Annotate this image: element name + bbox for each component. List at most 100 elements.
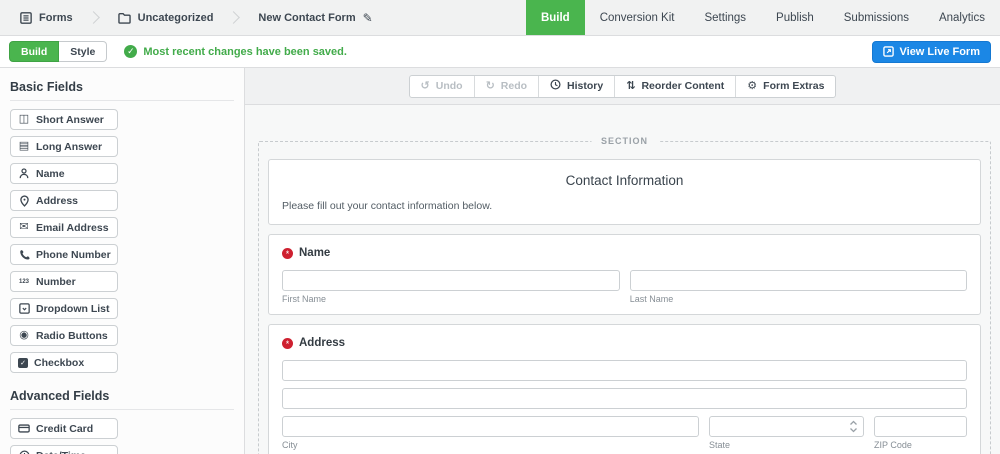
state-select[interactable] — [709, 416, 864, 437]
map-pin-icon — [18, 195, 30, 207]
field-button-phone-number[interactable]: Phone Number — [10, 244, 118, 265]
number-123-icon: 123 — [18, 279, 30, 285]
tab-conversion-kit[interactable]: Conversion Kit — [585, 0, 690, 35]
field-button-dropdown-list[interactable]: Dropdown List — [10, 298, 118, 319]
breadcrumb-label: Uncategorized — [138, 12, 214, 24]
basic-fields-grid: ◫Short Answer ▤Long Answer Name Address … — [10, 109, 234, 373]
field-button-checkbox[interactable]: ✓Checkbox — [10, 352, 118, 373]
build-style-toggle: Build Style — [9, 41, 107, 62]
field-button-label: Address — [36, 195, 78, 207]
field-button-short-answer[interactable]: ◫ Short Answer — [10, 109, 118, 130]
clock-icon — [18, 450, 30, 454]
field-button-label: Long Answer — [36, 141, 102, 153]
section-description: Please fill out your contact information… — [282, 200, 967, 212]
field-button-email-address[interactable]: ✉ Email Address — [10, 217, 118, 238]
zip-code-input[interactable] — [874, 416, 967, 437]
reorder-content-button[interactable]: ⇅ Reorder Content — [614, 76, 735, 97]
field-button-long-answer[interactable]: ▤ Long Answer — [10, 136, 118, 157]
form-section[interactable]: SECTION Contact Information Please fill … — [258, 141, 991, 454]
last-name-column: Last Name — [630, 270, 967, 304]
long-answer-icon: ▤ — [18, 141, 30, 152]
canvas-toolbar: ↺Undo ↻ Redo History ⇅ Reorder Content ⚙Fo… — [245, 68, 1000, 105]
field-button-date-time[interactable]: Date/Time — [10, 445, 118, 454]
gear-icon: ⚙ — [747, 81, 757, 92]
field-button-label: Email Address — [36, 222, 109, 234]
breadcrumb: Forms Uncategorized New Contact Form ✎ — [0, 0, 379, 35]
breadcrumb-label: Forms — [39, 12, 73, 24]
forms-icon — [20, 12, 32, 24]
build-toggle-button[interactable]: Build — [9, 41, 59, 62]
section-heading-block[interactable]: Contact Information Please fill out your… — [268, 159, 981, 225]
history-clock-icon — [550, 79, 561, 93]
form-canvas: SECTION Contact Information Please fill … — [245, 105, 1000, 454]
short-answer-icon: ◫ — [18, 114, 30, 125]
pencil-icon[interactable]: ✎ — [363, 11, 373, 25]
field-button-label: Short Answer — [36, 114, 104, 126]
toolbar-button-group: ↺Undo ↻ Redo History ⇅ Reorder Content ⚙Fo… — [409, 75, 837, 98]
view-live-form-button[interactable]: View Live Form — [872, 41, 992, 63]
last-name-sublabel: Last Name — [630, 294, 967, 304]
address-field-label-row: * Address — [282, 337, 967, 349]
tab-submissions[interactable]: Submissions — [829, 0, 924, 35]
field-button-credit-card[interactable]: Credit Card — [10, 418, 118, 439]
folder-icon — [118, 12, 131, 24]
checkbox-icon: ✓ — [18, 358, 28, 368]
name-field-label: Name — [299, 247, 330, 259]
address-line2-input[interactable] — [282, 388, 967, 409]
credit-card-icon — [18, 424, 30, 433]
top-header: Forms Uncategorized New Contact Form ✎ B… — [0, 0, 1000, 36]
redo-label: Redo — [501, 80, 527, 92]
form-builder-app: Forms Uncategorized New Contact Form ✎ B… — [0, 0, 1000, 454]
advanced-fields-grid: Credit Card Date/Time File Upload Matrix… — [10, 418, 234, 454]
name-inputs-row: First Name Last Name — [282, 270, 967, 304]
undo-icon: ↺ — [421, 81, 430, 92]
required-icon: * — [282, 248, 293, 259]
last-name-input[interactable] — [630, 270, 967, 291]
style-toggle-button[interactable]: Style — [59, 41, 107, 62]
breadcrumb-forms[interactable]: Forms — [14, 12, 79, 24]
phone-icon — [18, 249, 30, 260]
city-state-zip-row: City State ZIP Code — [282, 416, 967, 450]
name-field-block[interactable]: * Name First Name Last Name — [268, 234, 981, 315]
field-button-radio-buttons[interactable]: ◉Radio Buttons — [10, 325, 118, 346]
tab-settings[interactable]: Settings — [689, 0, 761, 35]
reorder-label: Reorder Content — [641, 80, 724, 92]
field-button-name[interactable]: Name — [10, 163, 118, 184]
field-button-label: Dropdown List — [36, 303, 110, 315]
address-field-block[interactable]: * Address City — [268, 324, 981, 454]
reorder-arrows-icon: ⇅ — [626, 81, 635, 92]
state-column: State — [709, 416, 864, 450]
field-button-label: Credit Card — [36, 423, 93, 435]
divider — [10, 100, 234, 101]
redo-button[interactable]: ↻ Redo — [474, 76, 538, 97]
advanced-fields-heading: Advanced Fields — [10, 389, 234, 403]
first-name-column: First Name — [282, 270, 620, 304]
city-input[interactable] — [282, 416, 699, 437]
history-button[interactable]: History — [538, 76, 614, 97]
state-sublabel: State — [709, 440, 864, 450]
field-button-number[interactable]: 123Number — [10, 271, 118, 292]
person-icon — [18, 168, 30, 179]
first-name-input[interactable] — [282, 270, 620, 291]
breadcrumb-folder[interactable]: Uncategorized — [112, 12, 220, 24]
address-line1-input[interactable] — [282, 360, 967, 381]
external-window-icon — [883, 46, 894, 57]
section-tag: SECTION — [591, 136, 658, 146]
zip-column: ZIP Code — [874, 416, 967, 450]
form-title: New Contact Form — [258, 12, 355, 24]
field-button-address[interactable]: Address — [10, 190, 118, 211]
dropdown-icon — [18, 303, 30, 314]
redo-icon: ↻ — [486, 81, 495, 92]
form-extras-button[interactable]: ⚙Form Extras — [735, 76, 835, 97]
breadcrumb-form-title: New Contact Form ✎ — [252, 11, 378, 25]
envelope-icon: ✉ — [18, 222, 30, 233]
main-nav: Build Conversion Kit Settings Publish Su… — [526, 0, 1000, 35]
tab-publish[interactable]: Publish — [761, 0, 829, 35]
chevron-right-icon — [228, 11, 241, 24]
chevron-right-icon — [87, 11, 100, 24]
tab-analytics[interactable]: Analytics — [924, 0, 1000, 35]
save-status: ✓ Most recent changes have been saved. — [124, 45, 347, 58]
undo-button[interactable]: ↺Undo — [410, 76, 474, 97]
field-button-label: Radio Buttons — [36, 330, 108, 342]
tab-build[interactable]: Build — [526, 0, 585, 35]
